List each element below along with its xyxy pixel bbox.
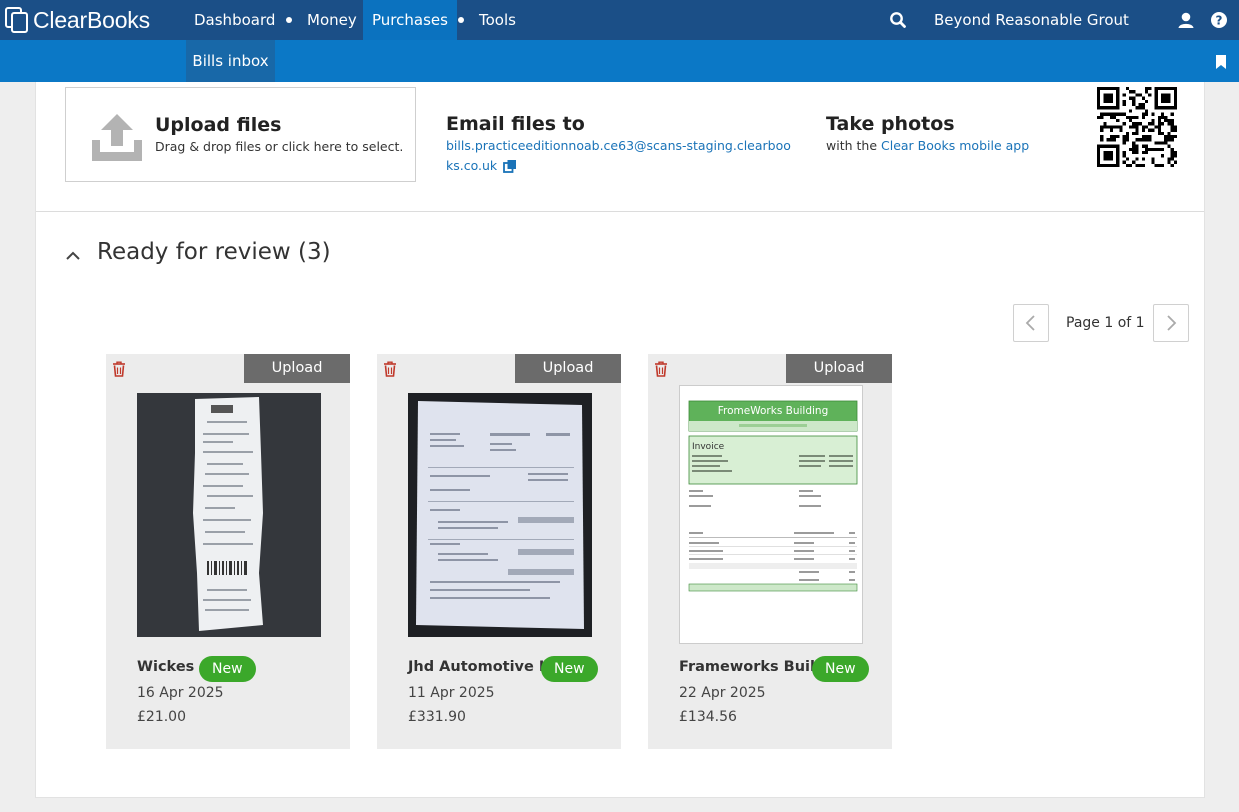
email-address-block: bills.practiceeditionnoab.ce63@scans-sta…: [446, 136, 796, 176]
clearbooks-logo-icon: [4, 6, 32, 34]
trash-icon[interactable]: [112, 361, 126, 377]
bill-amount: £134.56: [679, 709, 737, 725]
upload-title: Upload files: [155, 114, 282, 136]
upload-button[interactable]: Upload: [244, 354, 350, 383]
chevron-left-icon: [1025, 315, 1035, 331]
bill-amount: £331.90: [408, 709, 466, 725]
chevron-up-icon: [66, 251, 80, 260]
brand-name: ClearBooks: [33, 6, 150, 33]
trash-icon[interactable]: [654, 361, 668, 377]
photos-subtitle: with the Clear Books mobile app: [826, 136, 1029, 156]
organisation-name[interactable]: Beyond Reasonable Grout: [934, 0, 1129, 40]
bookmark-icon[interactable]: [1215, 54, 1227, 69]
upload-button[interactable]: Upload: [786, 354, 892, 383]
bill-date: 16 Apr 2025: [137, 685, 224, 701]
subnav-bills-inbox[interactable]: Bills inbox: [186, 40, 275, 82]
bill-date: 11 Apr 2025: [408, 685, 495, 701]
bill-card[interactable]: Upload FromeWorks Building Invoice Frame…: [648, 354, 892, 749]
user-icon[interactable]: [1176, 10, 1196, 30]
status-badge: New: [812, 656, 869, 682]
email-address-link[interactable]: bills.practiceeditionnoab.ce63@scans-sta…: [446, 138, 791, 173]
nav-tools[interactable]: Tools: [470, 0, 525, 40]
chevron-right-icon: [1167, 315, 1177, 331]
copy-icon[interactable]: [503, 159, 517, 173]
status-badge: New: [199, 656, 256, 682]
section-divider: [36, 211, 1204, 212]
receipt-thumbnail[interactable]: [137, 393, 321, 637]
bill-date: 22 Apr 2025: [679, 685, 766, 701]
invoice-thumbnail[interactable]: [408, 393, 592, 637]
invoice-company-name: FromeWorks Building: [718, 405, 828, 417]
help-icon[interactable]: ?: [1209, 10, 1229, 30]
top-nav-bar: ClearBooks Dashboard Money Purchases Too…: [0, 0, 1239, 40]
nav-purchases[interactable]: Purchases: [363, 0, 457, 40]
status-badge: New: [541, 656, 598, 682]
review-section-title: Ready for review (3): [97, 239, 331, 265]
pager-next-button[interactable]: [1153, 304, 1189, 342]
invoice-heading: Invoice: [692, 442, 725, 452]
search-icon[interactable]: [888, 10, 908, 30]
nav-separator: [458, 17, 464, 23]
bill-supplier-name: Frameworks Buil...: [679, 659, 832, 675]
qr-code-icon: [1097, 87, 1177, 167]
upload-icon: [90, 112, 144, 162]
bill-amount: £21.00: [137, 709, 186, 725]
pager-label: Page 1 of 1: [1066, 315, 1145, 331]
invoice-thumbnail[interactable]: FromeWorks Building Invoice: [679, 385, 863, 644]
bill-supplier-name: Wickes: [137, 659, 195, 675]
nav-money[interactable]: Money: [298, 0, 366, 40]
sub-nav-bar: Bills inbox: [0, 40, 1239, 82]
nav-dashboard[interactable]: Dashboard: [185, 0, 284, 40]
email-title: Email files to: [446, 113, 585, 135]
review-section-header[interactable]: Ready for review (3): [65, 237, 331, 267]
svg-text:?: ?: [1216, 14, 1223, 28]
photos-prefix: with the: [826, 138, 878, 153]
bill-card[interactable]: Upload Jhd Automotive L... New 11 Apr 20…: [377, 354, 621, 749]
bills-inbox-panel: Upload files Drag & drop files or click …: [35, 82, 1205, 798]
upload-dropzone[interactable]: Upload files Drag & drop files or click …: [65, 87, 416, 182]
mobile-app-link[interactable]: Clear Books mobile app: [881, 138, 1029, 153]
upload-subtitle: Drag & drop files or click here to selec…: [155, 139, 404, 154]
app-logo[interactable]: ClearBooks: [4, 6, 150, 34]
bill-card[interactable]: Upload Wickes New 16 Apr 2025 £21.00: [106, 354, 350, 749]
nav-separator: [286, 17, 292, 23]
trash-icon[interactable]: [383, 361, 397, 377]
pager-prev-button[interactable]: [1013, 304, 1049, 342]
photos-title: Take photos: [826, 113, 955, 135]
upload-button[interactable]: Upload: [515, 354, 621, 383]
